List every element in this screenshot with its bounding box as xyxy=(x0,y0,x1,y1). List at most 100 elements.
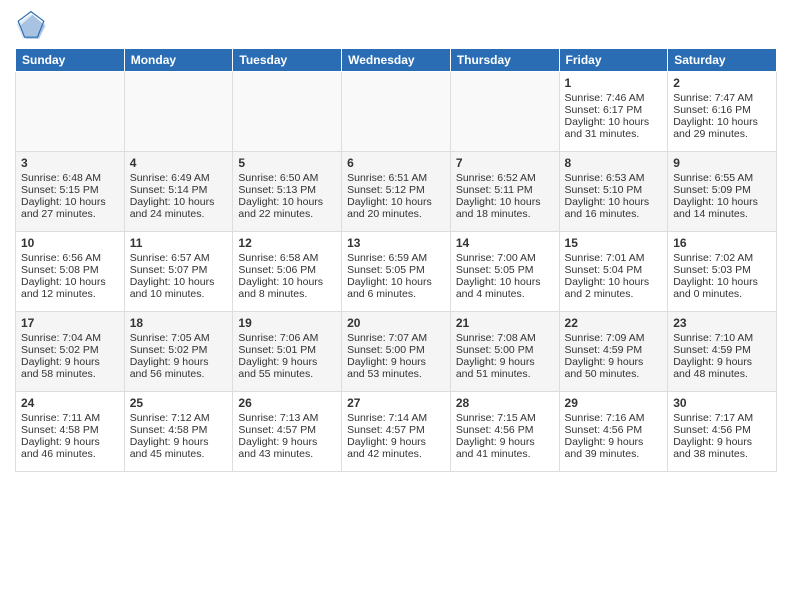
day-info-line: Daylight: 9 hours and 43 minutes. xyxy=(238,436,336,460)
day-info-line: Daylight: 9 hours and 41 minutes. xyxy=(456,436,554,460)
day-number: 29 xyxy=(565,396,663,410)
day-info-line: Sunrise: 6:52 AM xyxy=(456,172,554,184)
day-info-line: Sunrise: 6:50 AM xyxy=(238,172,336,184)
day-info-line: Sunset: 4:57 PM xyxy=(238,424,336,436)
calendar-day-cell xyxy=(450,72,559,152)
day-info-line: Sunset: 4:57 PM xyxy=(347,424,445,436)
day-number: 14 xyxy=(456,236,554,250)
calendar-day-cell: 15Sunrise: 7:01 AMSunset: 5:04 PMDayligh… xyxy=(559,232,668,312)
calendar-day-cell xyxy=(233,72,342,152)
day-info-line: Sunrise: 7:06 AM xyxy=(238,332,336,344)
calendar-day-cell: 22Sunrise: 7:09 AMSunset: 4:59 PMDayligh… xyxy=(559,312,668,392)
calendar-day-cell: 3Sunrise: 6:48 AMSunset: 5:15 PMDaylight… xyxy=(16,152,125,232)
calendar-day-cell: 27Sunrise: 7:14 AMSunset: 4:57 PMDayligh… xyxy=(342,392,451,472)
day-number: 24 xyxy=(21,396,119,410)
day-info-line: Daylight: 9 hours and 58 minutes. xyxy=(21,356,119,380)
day-number: 16 xyxy=(673,236,771,250)
day-info-line: Sunrise: 7:13 AM xyxy=(238,412,336,424)
day-number: 22 xyxy=(565,316,663,330)
day-number: 30 xyxy=(673,396,771,410)
calendar-day-cell: 1Sunrise: 7:46 AMSunset: 6:17 PMDaylight… xyxy=(559,72,668,152)
day-number: 13 xyxy=(347,236,445,250)
day-info-line: Daylight: 9 hours and 46 minutes. xyxy=(21,436,119,460)
day-number: 3 xyxy=(21,156,119,170)
calendar-header-row: SundayMondayTuesdayWednesdayThursdayFrid… xyxy=(16,49,777,72)
day-info-line: Sunset: 5:07 PM xyxy=(130,264,228,276)
day-info-line: Sunrise: 6:48 AM xyxy=(21,172,119,184)
day-info-line: Sunrise: 7:12 AM xyxy=(130,412,228,424)
day-number: 23 xyxy=(673,316,771,330)
day-info-line: Sunset: 4:59 PM xyxy=(673,344,771,356)
calendar-weekday-header: Thursday xyxy=(450,49,559,72)
calendar-table: SundayMondayTuesdayWednesdayThursdayFrid… xyxy=(15,48,777,472)
day-info-line: Sunset: 5:08 PM xyxy=(21,264,119,276)
day-info-line: Daylight: 9 hours and 56 minutes. xyxy=(130,356,228,380)
calendar-week-row: 1Sunrise: 7:46 AMSunset: 6:17 PMDaylight… xyxy=(16,72,777,152)
logo xyxy=(15,10,51,42)
day-info-line: Daylight: 10 hours and 10 minutes. xyxy=(130,276,228,300)
calendar-day-cell: 10Sunrise: 6:56 AMSunset: 5:08 PMDayligh… xyxy=(16,232,125,312)
day-info-line: Sunset: 5:02 PM xyxy=(21,344,119,356)
calendar-weekday-header: Monday xyxy=(124,49,233,72)
day-number: 10 xyxy=(21,236,119,250)
day-info-line: Sunset: 4:56 PM xyxy=(456,424,554,436)
calendar-day-cell xyxy=(16,72,125,152)
day-number: 1 xyxy=(565,76,663,90)
day-number: 4 xyxy=(130,156,228,170)
day-info-line: Sunrise: 7:05 AM xyxy=(130,332,228,344)
day-info-line: Sunset: 6:16 PM xyxy=(673,104,771,116)
calendar-day-cell: 17Sunrise: 7:04 AMSunset: 5:02 PMDayligh… xyxy=(16,312,125,392)
day-info-line: Sunrise: 6:59 AM xyxy=(347,252,445,264)
day-info-line: Sunrise: 7:14 AM xyxy=(347,412,445,424)
day-info-line: Daylight: 9 hours and 53 minutes. xyxy=(347,356,445,380)
day-info-line: Sunrise: 7:15 AM xyxy=(456,412,554,424)
day-info-line: Sunset: 5:15 PM xyxy=(21,184,119,196)
calendar-day-cell xyxy=(124,72,233,152)
calendar-day-cell: 25Sunrise: 7:12 AMSunset: 4:58 PMDayligh… xyxy=(124,392,233,472)
calendar-week-row: 17Sunrise: 7:04 AMSunset: 5:02 PMDayligh… xyxy=(16,312,777,392)
day-info-line: Sunset: 5:13 PM xyxy=(238,184,336,196)
day-info-line: Sunrise: 7:01 AM xyxy=(565,252,663,264)
day-info-line: Sunrise: 7:16 AM xyxy=(565,412,663,424)
day-info-line: Sunrise: 7:47 AM xyxy=(673,92,771,104)
day-number: 18 xyxy=(130,316,228,330)
day-info-line: Sunset: 5:11 PM xyxy=(456,184,554,196)
day-number: 11 xyxy=(130,236,228,250)
day-info-line: Daylight: 10 hours and 31 minutes. xyxy=(565,116,663,140)
day-info-line: Sunset: 5:12 PM xyxy=(347,184,445,196)
day-info-line: Sunset: 5:14 PM xyxy=(130,184,228,196)
day-info-line: Sunset: 4:58 PM xyxy=(21,424,119,436)
calendar-day-cell: 26Sunrise: 7:13 AMSunset: 4:57 PMDayligh… xyxy=(233,392,342,472)
day-number: 21 xyxy=(456,316,554,330)
calendar-day-cell: 8Sunrise: 6:53 AMSunset: 5:10 PMDaylight… xyxy=(559,152,668,232)
calendar-week-row: 24Sunrise: 7:11 AMSunset: 4:58 PMDayligh… xyxy=(16,392,777,472)
day-info-line: Sunset: 5:02 PM xyxy=(130,344,228,356)
day-info-line: Sunset: 4:59 PM xyxy=(565,344,663,356)
page-header xyxy=(15,10,777,42)
calendar-day-cell: 7Sunrise: 6:52 AMSunset: 5:11 PMDaylight… xyxy=(450,152,559,232)
calendar-day-cell: 4Sunrise: 6:49 AMSunset: 5:14 PMDaylight… xyxy=(124,152,233,232)
day-info-line: Daylight: 10 hours and 8 minutes. xyxy=(238,276,336,300)
day-info-line: Daylight: 9 hours and 55 minutes. xyxy=(238,356,336,380)
day-info-line: Sunset: 5:10 PM xyxy=(565,184,663,196)
day-info-line: Sunrise: 6:51 AM xyxy=(347,172,445,184)
calendar-day-cell: 24Sunrise: 7:11 AMSunset: 4:58 PMDayligh… xyxy=(16,392,125,472)
day-info-line: Sunrise: 6:57 AM xyxy=(130,252,228,264)
day-info-line: Sunset: 4:58 PM xyxy=(130,424,228,436)
logo-icon xyxy=(15,10,47,42)
day-info-line: Sunset: 5:09 PM xyxy=(673,184,771,196)
day-number: 9 xyxy=(673,156,771,170)
calendar-day-cell: 23Sunrise: 7:10 AMSunset: 4:59 PMDayligh… xyxy=(668,312,777,392)
day-info-line: Daylight: 10 hours and 4 minutes. xyxy=(456,276,554,300)
day-info-line: Daylight: 10 hours and 20 minutes. xyxy=(347,196,445,220)
day-number: 5 xyxy=(238,156,336,170)
day-number: 6 xyxy=(347,156,445,170)
day-info-line: Daylight: 9 hours and 42 minutes. xyxy=(347,436,445,460)
calendar-week-row: 10Sunrise: 6:56 AMSunset: 5:08 PMDayligh… xyxy=(16,232,777,312)
day-info-line: Daylight: 9 hours and 45 minutes. xyxy=(130,436,228,460)
day-info-line: Sunset: 4:56 PM xyxy=(565,424,663,436)
day-info-line: Sunset: 5:00 PM xyxy=(456,344,554,356)
calendar-weekday-header: Sunday xyxy=(16,49,125,72)
day-info-line: Sunset: 5:05 PM xyxy=(456,264,554,276)
day-info-line: Sunrise: 7:10 AM xyxy=(673,332,771,344)
